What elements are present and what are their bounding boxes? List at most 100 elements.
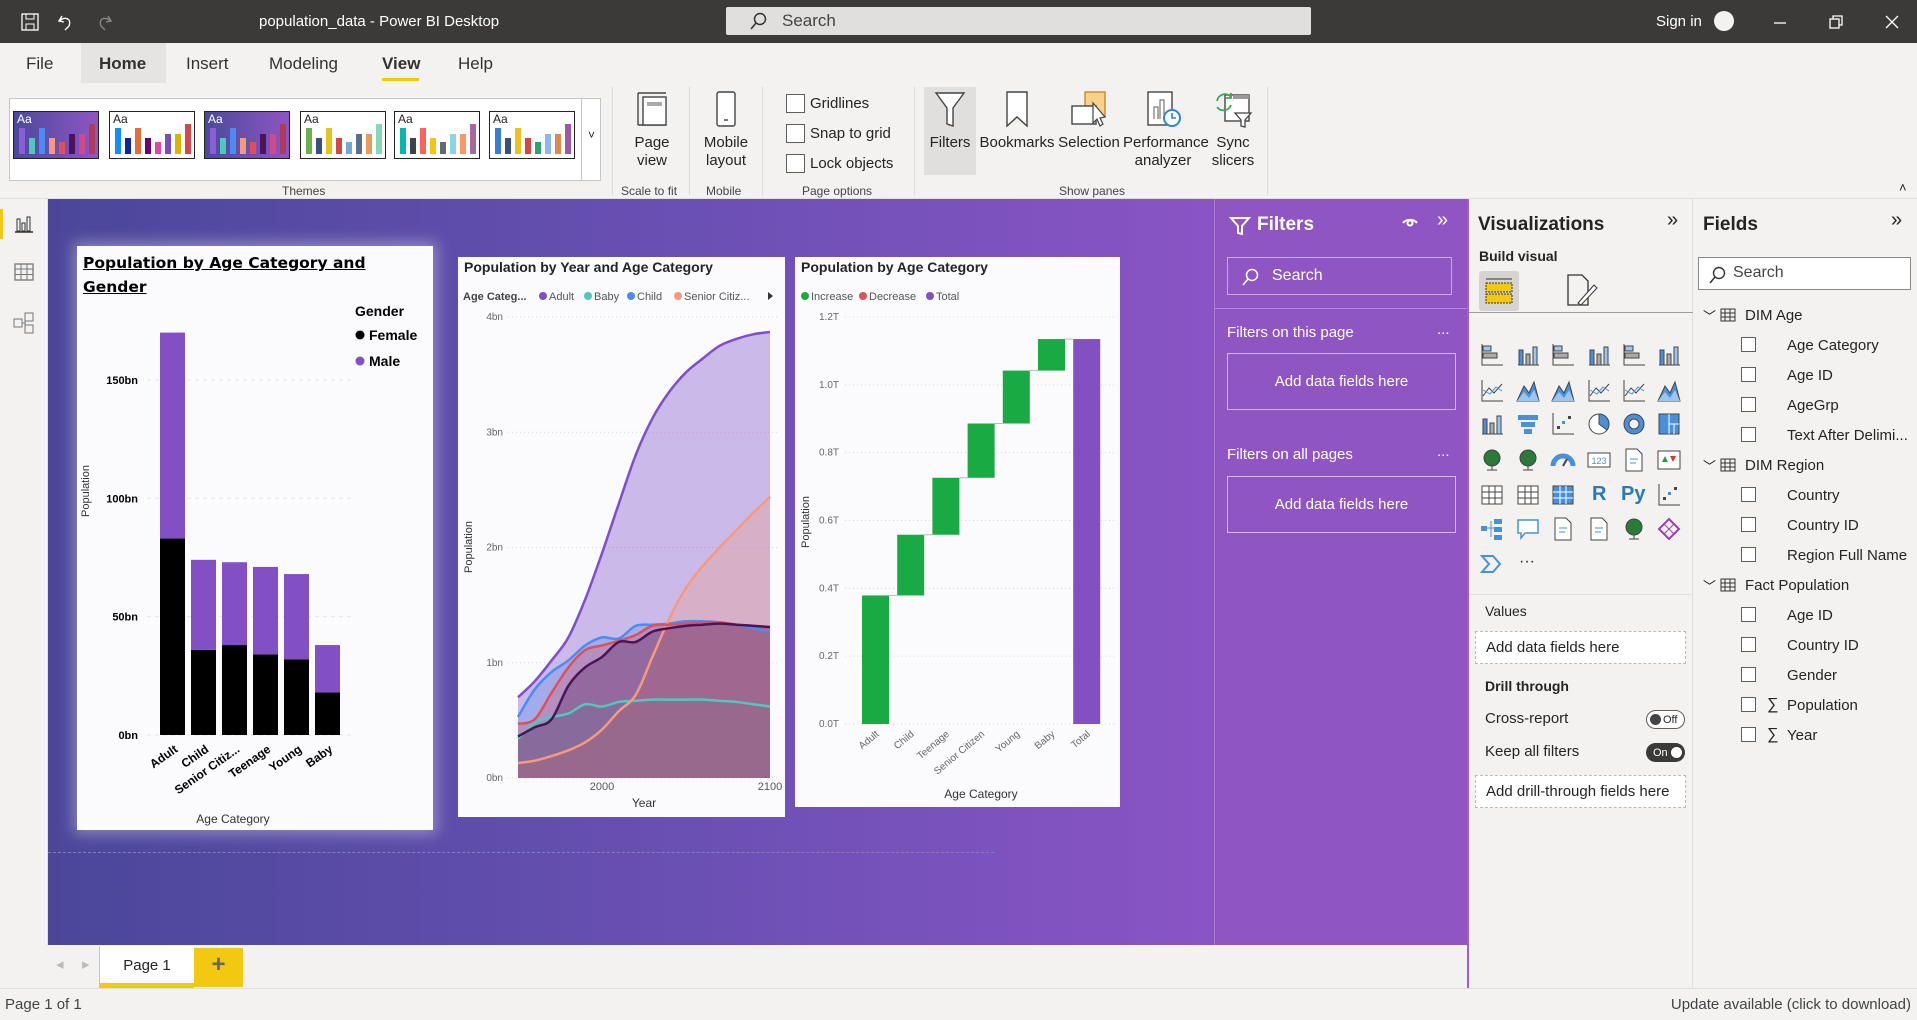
tab-help[interactable]: Help <box>458 52 493 78</box>
waterfall-chart[interactable]: Population by Age Category 0.0T 0.2T 0.4T 0… <box>795 257 1120 807</box>
table-icon[interactable] <box>1515 482 1541 508</box>
collapse-filters-icon[interactable]: » <box>1437 209 1448 232</box>
waterfall-bar[interactable] <box>967 423 995 478</box>
minimize-icon[interactable] <box>1770 12 1790 32</box>
bar-male[interactable] <box>315 645 340 693</box>
eye-icon[interactable] <box>1401 213 1419 231</box>
bar-female[interactable] <box>284 659 309 735</box>
build-visual-tab[interactable] <box>1479 271 1519 311</box>
theme-thumbnail[interactable]: Aa <box>489 111 575 159</box>
all-pages-filters-drop-zone[interactable]: Add data fields here <box>1227 476 1456 533</box>
gauge-icon[interactable] <box>1550 447 1576 473</box>
card-icon[interactable]: 123 <box>1586 447 1612 473</box>
sign-in-link[interactable]: Sign in <box>1656 13 1702 30</box>
field-checkbox[interactable] <box>1741 367 1756 382</box>
field-item[interactable]: Region Full Name <box>1693 541 1917 569</box>
table-fact-population[interactable]: ﹀ Fact Population <box>1693 571 1917 599</box>
themes-expand-button[interactable]: ˅ <box>581 98 601 181</box>
format-visual-icon[interactable] <box>1564 273 1600 309</box>
field-item[interactable]: Age Category <box>1693 331 1917 359</box>
treemap-icon[interactable] <box>1656 411 1682 437</box>
field-item[interactable]: Text After Delimi... <box>1693 421 1917 449</box>
mobile-layout-button[interactable]: Mobile layout <box>694 89 758 179</box>
stacked-column-chart[interactable]: Population by Age Category and Gender 0b… <box>77 246 433 830</box>
donut-icon[interactable] <box>1621 411 1647 437</box>
field-checkbox[interactable] <box>1741 637 1756 652</box>
qa-icon[interactable] <box>1515 516 1541 542</box>
decomposition-tree-icon[interactable] <box>1479 516 1505 542</box>
collapse-visualizations-icon[interactable]: » <box>1667 209 1678 232</box>
data-view-icon[interactable] <box>13 261 35 283</box>
avatar[interactable] <box>1714 11 1734 31</box>
page-tab-page-1[interactable]: Page 1 <box>99 946 194 988</box>
field-item[interactable]: ∑ Year <box>1693 721 1917 749</box>
bar-female[interactable] <box>191 649 216 735</box>
power-apps-icon[interactable] <box>1656 516 1682 542</box>
close-icon[interactable] <box>1882 12 1902 32</box>
pie-icon[interactable] <box>1586 411 1612 437</box>
legend-next-icon[interactable] <box>768 292 773 300</box>
stacked-column-icon[interactable] <box>1515 342 1541 368</box>
waterfall-bar[interactable] <box>1073 339 1101 724</box>
field-checkbox[interactable] <box>1741 337 1756 352</box>
theme-thumbnail[interactable]: Aa <box>394 111 480 159</box>
field-item[interactable]: Country ID <box>1693 511 1917 539</box>
bookmarks-pane-button[interactable]: Bookmarks <box>978 89 1056 179</box>
funnel-icon[interactable] <box>1515 411 1541 437</box>
more-options-icon[interactable]: ... <box>1437 443 1450 460</box>
theme-thumbnail[interactable]: Aa <box>300 111 386 159</box>
field-item[interactable]: Gender <box>1693 661 1917 689</box>
bar-female[interactable] <box>253 654 278 735</box>
area-icon[interactable] <box>1515 378 1541 404</box>
azure-map-icon[interactable] <box>1621 516 1647 542</box>
key-influencers-icon[interactable] <box>1656 482 1682 508</box>
field-checkbox[interactable] <box>1741 397 1756 412</box>
python-visual-icon[interactable]: Py <box>1621 482 1647 508</box>
ribbon-icon[interactable] <box>1656 378 1682 404</box>
keep-all-filters-toggle[interactable]: On <box>1646 743 1685 762</box>
bar-female[interactable] <box>222 645 247 735</box>
area-chart[interactable]: Population by Year and Age Category 0bn 1… <box>458 257 785 817</box>
theme-thumbnail[interactable]: Aa <box>13 111 99 159</box>
save-icon[interactable] <box>20 12 40 32</box>
tab-file[interactable]: File <box>26 52 53 78</box>
field-checkbox[interactable] <box>1741 667 1756 682</box>
drill-through-drop-zone[interactable]: Add drill-through fields here <box>1475 775 1686 808</box>
add-page-button[interactable]: + <box>194 948 243 987</box>
previous-page-icon[interactable]: ◂ <box>56 955 64 973</box>
waterfall-bar[interactable] <box>1002 370 1030 424</box>
smart-narrative-icon[interactable] <box>1550 516 1576 542</box>
waterfall-icon[interactable] <box>1479 411 1505 437</box>
kpi-icon[interactable] <box>1656 447 1682 473</box>
theme-thumbnail[interactable]: Aa <box>204 111 290 159</box>
waterfall-bar[interactable] <box>862 595 889 724</box>
waterfall-bar[interactable] <box>1038 339 1065 371</box>
multi-row-card-icon[interactable] <box>1621 447 1647 473</box>
update-available-link[interactable]: Update available (click to download) <box>1671 996 1911 1013</box>
slicer-icon[interactable] <box>1479 482 1505 508</box>
field-checkbox[interactable] <box>1741 607 1756 622</box>
field-item[interactable]: Country <box>1693 481 1917 509</box>
stacked-bar-icon[interactable] <box>1479 342 1505 368</box>
field-checkbox[interactable] <box>1741 697 1756 712</box>
clustered-column-icon[interactable] <box>1586 342 1612 368</box>
line-clustered-column-icon[interactable] <box>1621 378 1647 404</box>
field-item[interactable]: AgeGrp <box>1693 391 1917 419</box>
map-icon[interactable] <box>1479 447 1505 473</box>
report-view-icon[interactable] <box>13 213 35 235</box>
cross-report-toggle[interactable]: Off <box>1646 710 1685 729</box>
bar-female[interactable] <box>315 692 340 735</box>
field-checkbox[interactable] <box>1741 427 1756 442</box>
field-item[interactable]: ∑ Population <box>1693 691 1917 719</box>
100-stacked-bar-icon[interactable] <box>1621 342 1647 368</box>
lock-objects-checkbox[interactable] <box>786 154 805 173</box>
r-visual-icon[interactable]: R <box>1586 482 1612 508</box>
field-item[interactable]: Age ID <box>1693 601 1917 629</box>
snap-to-grid-checkbox[interactable] <box>786 124 805 143</box>
tab-modeling[interactable]: Modeling <box>269 52 338 78</box>
fields-search-input[interactable]: Search <box>1698 257 1911 290</box>
field-checkbox[interactable] <box>1741 727 1756 742</box>
field-checkbox[interactable] <box>1741 517 1756 532</box>
line-icon[interactable] <box>1479 378 1505 404</box>
selection-pane-button[interactable]: Selection <box>1056 89 1122 179</box>
